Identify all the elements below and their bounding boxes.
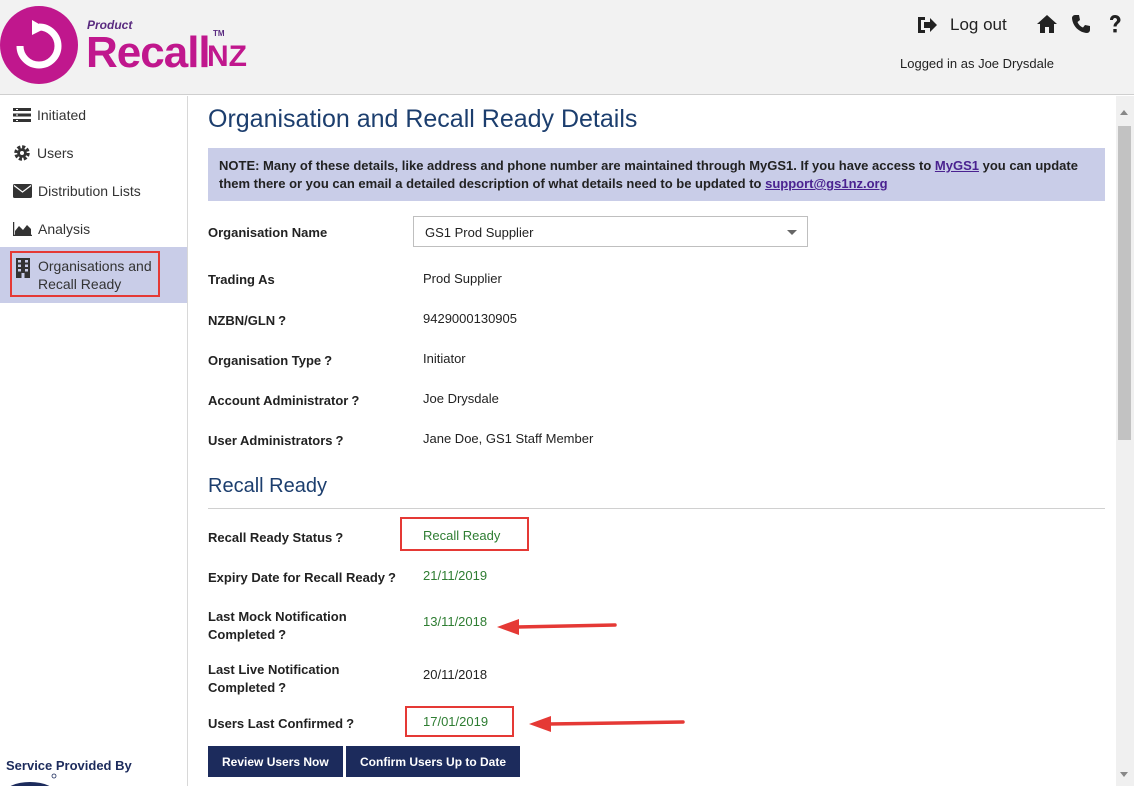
- trading-as-value: Prod Supplier: [423, 271, 502, 286]
- last-live-label: Last Live Notification Completed?: [208, 662, 340, 695]
- help-icon[interactable]: ?: [335, 530, 343, 545]
- confirm-users-button[interactable]: Confirm Users Up to Date: [346, 746, 521, 777]
- recall-status-label: Recall Ready Status?: [208, 530, 344, 545]
- logout-label: Log out: [950, 15, 1007, 34]
- users-confirmed-label: Users Last Confirmed?: [208, 716, 355, 731]
- support-email-link[interactable]: support@gs1nz.org: [765, 176, 887, 191]
- last-live-value: 20/11/2018: [423, 667, 488, 682]
- help-icon[interactable]: ?: [324, 353, 332, 368]
- help-icon[interactable]: ?: [278, 627, 286, 642]
- help-icon[interactable]: ?: [336, 433, 344, 448]
- annotation-highlight-box: [405, 706, 514, 737]
- app-header: Product Recall TM NZ Log out Logged in a…: [0, 0, 1134, 95]
- trading-as-label: Trading As: [208, 272, 275, 287]
- account-admin-value: Joe Drysdale: [423, 391, 499, 406]
- expiry-date-value: 21/11/2019: [423, 568, 488, 583]
- sidebar-item-distribution-lists[interactable]: Distribution Lists: [0, 172, 187, 210]
- sidebar-item-label: Distribution Lists: [38, 183, 141, 199]
- nzbn-label: NZBN/GLN?: [208, 313, 287, 328]
- annotation-arrow-icon: [497, 619, 617, 635]
- logo-recall-text: Recall: [86, 28, 211, 77]
- sidebar-item-label: Initiated: [37, 107, 87, 123]
- envelope-icon: [13, 184, 32, 198]
- annotation-highlight-box: [400, 517, 529, 551]
- area-chart-icon: [13, 222, 32, 236]
- review-users-button[interactable]: Review Users Now: [208, 746, 343, 777]
- user-admins-label: User Administrators?: [208, 433, 344, 448]
- mygs1-link[interactable]: MyGS1: [935, 158, 979, 173]
- help-icon[interactable]: ?: [278, 313, 286, 328]
- home-icon[interactable]: [1036, 14, 1058, 34]
- recall-ready-heading: Recall Ready: [208, 475, 327, 497]
- sidebar-item-label: Users: [37, 145, 74, 161]
- organisation-select-value: GS1 Prod Supplier: [425, 225, 534, 240]
- help-icon[interactable]: ?: [278, 680, 286, 695]
- annotation-highlight-box: [10, 251, 160, 297]
- scroll-down-icon[interactable]: [1120, 772, 1128, 777]
- nzbn-value: 9429000130905: [423, 311, 517, 326]
- section-divider: [208, 508, 1105, 509]
- logo-nz-text: NZ: [207, 40, 247, 73]
- sidebar-item-label: Analysis: [38, 221, 91, 237]
- phone-icon[interactable]: [1071, 14, 1091, 34]
- last-mock-label: Last Mock Notification Completed?: [208, 609, 347, 642]
- expiry-date-label: Expiry Date for Recall Ready?: [208, 570, 396, 585]
- help-icon[interactable]: [1108, 14, 1122, 34]
- vertical-scrollbar[interactable]: [1116, 96, 1134, 786]
- user-admins-value: Jane Doe, GS1 Staff Member: [423, 431, 594, 446]
- sign-out-icon: [918, 17, 937, 33]
- list-icon: [13, 108, 31, 122]
- logo-tm-text: TM: [213, 29, 225, 38]
- service-provided-by: Service Provided By: [6, 758, 132, 773]
- org-name-label: Organisation Name: [208, 225, 328, 240]
- gear-icon: [14, 145, 30, 161]
- help-icon[interactable]: ?: [388, 570, 396, 585]
- help-icon[interactable]: ?: [351, 393, 359, 408]
- sidebar-item-initiated[interactable]: Initiated: [0, 96, 187, 134]
- annotation-arrow-icon: [529, 716, 685, 732]
- page-title: Organisation and Recall Ready Details: [208, 105, 638, 133]
- org-type-value: Initiator: [423, 351, 466, 366]
- main-content: Organisation and Recall Ready Details NO…: [189, 96, 1116, 786]
- recall-logo-icon: [0, 6, 78, 84]
- organisation-select[interactable]: GS1 Prod Supplier: [413, 216, 808, 247]
- note-banner: NOTE: Many of these details, like addres…: [208, 148, 1105, 201]
- gs1-logo-icon: [0, 772, 60, 786]
- org-type-label: Organisation Type?: [208, 353, 333, 368]
- account-admin-label: Account Administrator?: [208, 393, 360, 408]
- logged-in-status: Logged in as Joe Drysdale: [900, 56, 1054, 71]
- scroll-up-icon[interactable]: [1120, 110, 1128, 115]
- logout-button[interactable]: Log out: [916, 14, 1007, 36]
- sidebar-item-users[interactable]: Users: [0, 134, 187, 172]
- last-mock-value: 13/11/2018: [423, 614, 488, 629]
- caret-down-icon: [787, 230, 797, 235]
- sidebar-item-analysis[interactable]: Analysis: [0, 210, 187, 248]
- scroll-thumb[interactable]: [1118, 126, 1131, 440]
- help-icon[interactable]: ?: [346, 716, 354, 731]
- sidebar: Initiated Users Distribution Lists Analy…: [0, 96, 188, 786]
